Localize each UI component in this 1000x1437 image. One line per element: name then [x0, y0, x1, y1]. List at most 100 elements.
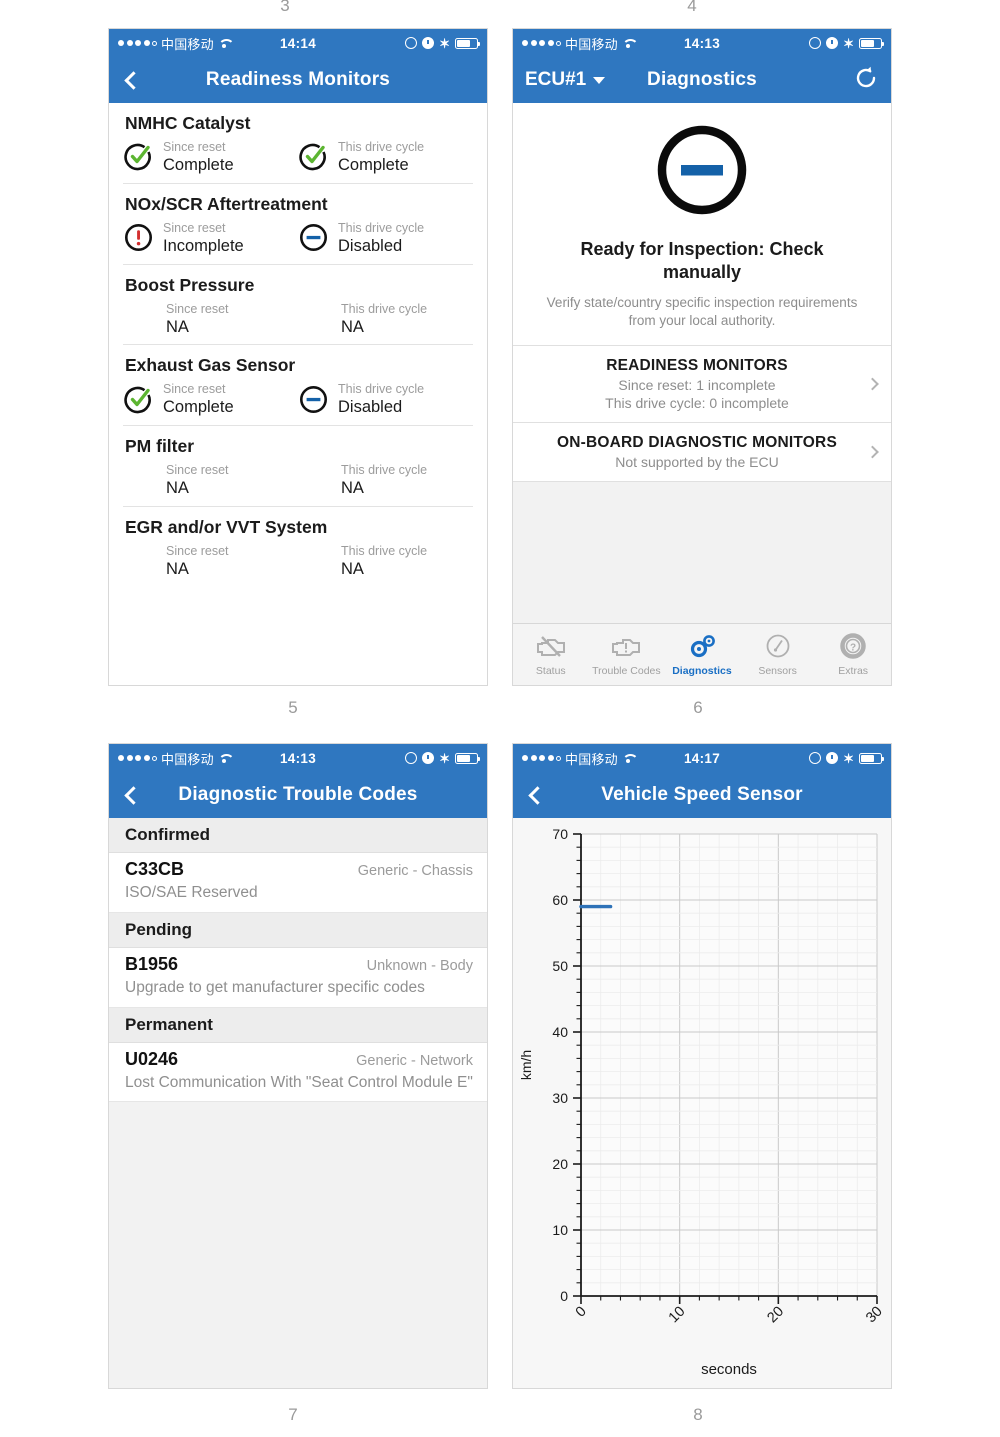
since-reset-label: Since reset	[166, 463, 229, 478]
phone-screen-readiness-monitors: 中国移动 14:14 ✶ Readiness Monitors NMHC Cat…	[108, 28, 488, 686]
battery-icon	[455, 37, 481, 49]
monitor-name: NOx/SCR Aftertreatment	[125, 193, 328, 214]
battery-icon	[455, 752, 481, 764]
figure-number-6: 6	[693, 698, 703, 717]
readiness-monitor-list: NMHC Catalyst Since reset Complete This …	[109, 103, 487, 587]
page-title: Vehicle Speed Sensor	[601, 784, 803, 805]
trouble-code: C33CB	[125, 859, 185, 879]
vehicle-speed-line-chart: 0102030405060700 10 20 30secondskm/h	[513, 818, 891, 1388]
monitor-name: Exhaust Gas Sensor	[125, 355, 296, 376]
ecu-selector-button[interactable]: ECU#1	[525, 69, 606, 91]
svg-text:60: 60	[552, 892, 568, 908]
gauge-icon	[766, 634, 789, 657]
bluetooth-icon: ✶	[843, 35, 854, 51]
minus-disabled-icon	[298, 384, 329, 415]
inspection-subtext: Verify state/country specific inspection…	[546, 295, 858, 329]
readiness-monitors-drive-cycle: This drive cycle: 0 incomplete	[605, 394, 789, 411]
since-reset-value: NA	[166, 479, 189, 498]
onboard-monitors-sub: Not supported by the ECU	[615, 454, 779, 471]
trouble-code: U0246	[125, 1048, 179, 1069]
status-bar: 中国移动 14:17 ✶	[513, 744, 891, 772]
list-item[interactable]: U0246 Generic - Network Lost Communicati…	[109, 1042, 487, 1103]
drive-cycle-label: This drive cycle	[341, 543, 428, 558]
list-item[interactable]: EGR and/or VVT System Since reset NA Thi…	[123, 507, 473, 587]
svg-text:20: 20	[552, 1156, 568, 1172]
inspection-headline: Ready for Inspection: Check manually	[580, 239, 824, 283]
drive-cycle-cell: This drive cycle NA	[298, 300, 473, 338]
readiness-monitors-row[interactable]: READINESS MONITORS Since reset: 1 incomp…	[513, 344, 891, 423]
svg-text:?: ?	[850, 642, 856, 653]
figure-number-7: 7	[288, 1405, 298, 1424]
list-item[interactable]: C33CB Generic - Chassis ISO/SAE Reserved	[109, 853, 487, 913]
svg-text:seconds: seconds	[701, 1361, 757, 1378]
page-title: Readiness Monitors	[205, 69, 391, 90]
trouble-code-description: Upgrade to get manufacturer specific cod…	[125, 978, 425, 996]
check-engine-icon	[612, 638, 641, 656]
svg-text:km/h: km/h	[518, 1050, 534, 1080]
readiness-monitors-since-reset: Since reset: 1 incomplete	[618, 376, 776, 393]
tab-extras[interactable]: ? Extras	[815, 632, 891, 677]
drive-cycle-value: NA	[341, 559, 364, 578]
since-reset-value: NA	[166, 559, 189, 578]
trouble-code-category: Generic - Network	[356, 1052, 473, 1069]
tab-status[interactable]: Status	[513, 633, 589, 677]
monitor-name: NMHC Catalyst	[125, 113, 251, 133]
trouble-code-description: Lost Communication With "Seat Control Mo…	[125, 1073, 473, 1091]
since-reset-label: Since reset	[166, 301, 229, 316]
since-reset-value: NA	[166, 317, 189, 336]
diagnostics-body: Ready for Inspection: Check manually Ver…	[513, 103, 891, 685]
since-reset-label: Since reset	[163, 220, 226, 235]
list-item[interactable]: Exhaust Gas Sensor Since reset Complete	[123, 345, 473, 427]
rotation-lock-icon	[405, 752, 418, 764]
figure-number-5: 5	[288, 698, 298, 717]
tab-trouble-codes-label: Trouble Codes	[592, 664, 661, 677]
figure-number-4: 4	[687, 0, 697, 15]
chevron-right-icon	[866, 377, 879, 391]
rotation-lock-icon	[809, 752, 822, 764]
tab-sensors[interactable]: Sensors	[740, 633, 816, 677]
list-item[interactable]: Boost Pressure Since reset NA This drive…	[123, 265, 473, 346]
drive-cycle-label: This drive cycle	[338, 382, 425, 397]
drive-cycle-label: This drive cycle	[341, 463, 428, 478]
readiness-monitors-title: READINESS MONITORS	[606, 356, 788, 374]
status-bar-right: ✶	[809, 35, 885, 51]
list-item[interactable]: NOx/SCR Aftertreatment Since reset Incom…	[123, 184, 473, 265]
list-item[interactable]: PM filter Since reset NA This drive cycl…	[123, 426, 473, 507]
chevron-right-icon	[866, 445, 879, 459]
status-bar-right: ✶	[809, 752, 885, 765]
onboard-diagnostic-monitors-row[interactable]: ON-BOARD DIAGNOSTIC MONITORS Not support…	[513, 422, 891, 481]
since-reset-cell: Since reset NA	[123, 461, 298, 499]
life-ring-help-icon: ?	[840, 632, 866, 659]
list-item[interactable]: B1956 Unknown - Body Upgrade to get manu…	[109, 947, 487, 1008]
check-complete-icon	[298, 141, 329, 172]
list-item[interactable]: NMHC Catalyst Since reset Complete This …	[123, 103, 473, 184]
trouble-code-category: Generic - Chassis	[357, 863, 473, 879]
since-reset-value: Complete	[163, 156, 234, 174]
drive-cycle-value: Disabled	[338, 236, 403, 255]
drive-cycle-cell: This drive cycle Disabled	[298, 219, 473, 257]
since-reset-cell: Since reset Complete	[123, 138, 298, 176]
tab-diagnostics[interactable]: Diagnostics	[664, 633, 740, 677]
rotation-lock-icon	[809, 37, 822, 49]
tab-status-label: Status	[535, 664, 566, 677]
drive-cycle-label: This drive cycle	[338, 140, 425, 154]
since-reset-value: Complete	[163, 398, 234, 417]
navigation-bar: Readiness Monitors	[109, 57, 487, 103]
drive-cycle-cell: This drive cycle NA	[298, 542, 473, 580]
drive-cycle-value: Disabled	[338, 398, 403, 417]
status-bar: 中国移动 14:14 ✶	[109, 29, 487, 57]
section-header-permanent: Permanent	[109, 1007, 487, 1043]
since-reset-label: Since reset	[166, 543, 229, 558]
speed-chart-container[interactable]: 0 10 20 30 40 50 60 70 0 10 20 30 seconds km/h	[513, 818, 891, 1388]
bluetooth-icon: ✶	[439, 750, 450, 766]
onboard-monitors-title: ON-BOARD DIAGNOSTIC MONITORS	[556, 434, 837, 452]
svg-text:0: 0	[560, 1288, 568, 1304]
monitor-name: PM filter	[125, 436, 195, 457]
since-reset-cell: Since reset Complete	[123, 380, 298, 418]
phone-screen-vehicle-speed-sensor: 中国移动 14:17 ✶ Vehicle Speed Sensor 0 10 20 3…	[512, 743, 892, 1389]
battery-icon	[859, 752, 885, 764]
refresh-icon[interactable]	[853, 65, 879, 96]
status-bar: 中国移动 14:13 ✶	[513, 29, 891, 57]
tab-trouble-codes[interactable]: Trouble Codes	[589, 633, 665, 677]
screenshot-root: 3 4 5 6 7 8 中国移动 14:14 ✶ Readiness Monit…	[0, 0, 1000, 1437]
